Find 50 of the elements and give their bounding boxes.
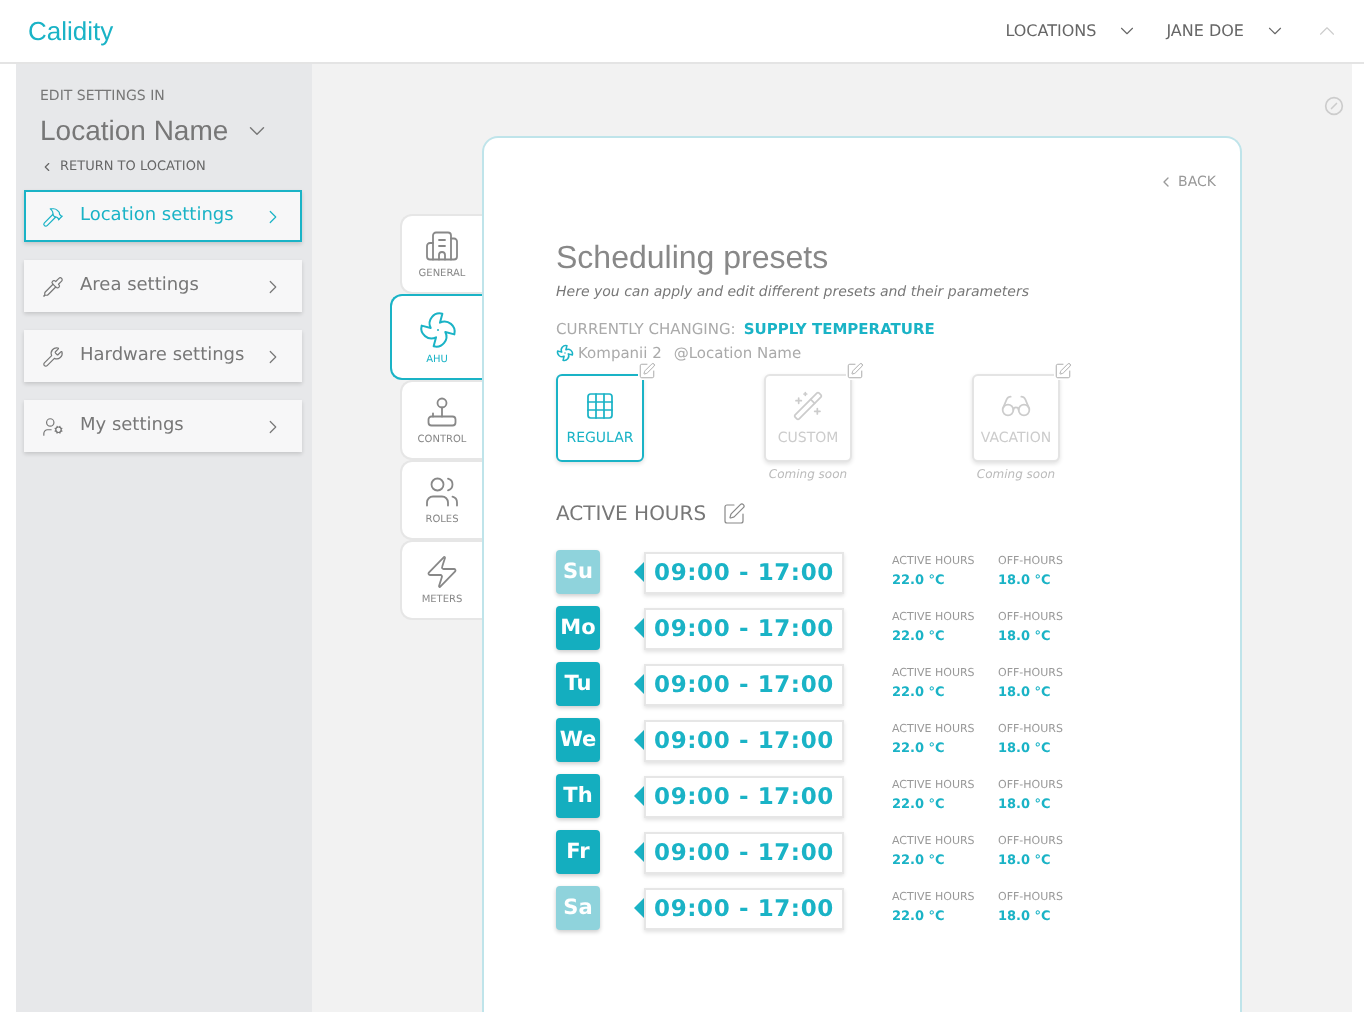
day-badge[interactable]: We: [556, 718, 600, 762]
section-title: ACTIVE HOURS: [556, 503, 707, 525]
pointer-icon: [634, 562, 644, 582]
wrench-icon: [42, 345, 64, 367]
day-badge[interactable]: Sa: [556, 886, 600, 930]
pointer-icon: [634, 786, 644, 806]
people-icon: [424, 474, 460, 510]
logo: Calidity: [28, 16, 114, 46]
sidebar-item[interactable]: My settings: [24, 400, 302, 452]
pointer-icon: [634, 618, 644, 638]
hours-field[interactable]: 09:00 - 17:00: [644, 663, 844, 705]
day-badge[interactable]: Su: [556, 550, 600, 594]
day-badge[interactable]: Fr: [556, 830, 600, 874]
grid-icon: [584, 390, 616, 422]
day-badge[interactable]: Th: [556, 774, 600, 818]
fan-icon: [556, 344, 574, 362]
sidebar-item[interactable]: Area settings: [24, 260, 302, 312]
joystick-icon: [424, 394, 460, 430]
hours-field[interactable]: 09:00 - 17:00: [644, 887, 844, 929]
hours-field[interactable]: 09:00 - 17:00: [644, 551, 844, 593]
edit-icon[interactable]: [1054, 362, 1072, 380]
pointer-icon: [634, 898, 644, 918]
header-menu[interactable]: JANE DOE: [1166, 20, 1286, 42]
panel-title: Scheduling presets: [556, 242, 831, 278]
day-badge[interactable]: Tu: [556, 662, 600, 706]
hours-field[interactable]: 09:00 - 17:00: [644, 775, 844, 817]
hammer-icon: [42, 205, 64, 227]
hours-field[interactable]: 09:00 - 17:00: [644, 607, 844, 649]
hours-field[interactable]: 09:00 - 17:00: [644, 719, 844, 761]
edit-icon[interactable]: [722, 502, 747, 526]
chevron-left-icon: [40, 159, 54, 173]
sidebar-item[interactable]: Hardware settings: [24, 330, 302, 382]
edit-icon[interactable]: [846, 362, 864, 380]
lightning-icon: [424, 554, 460, 590]
fan-icon: [417, 309, 457, 349]
edit-icon[interactable]: [638, 362, 656, 380]
location-dropdown[interactable]: Location Name: [40, 114, 302, 146]
pipette-icon: [42, 275, 64, 297]
day-badge[interactable]: Mo: [556, 606, 600, 650]
pointer-icon: [634, 674, 644, 694]
circle-icon[interactable]: [1324, 96, 1344, 116]
building-icon: [424, 228, 460, 264]
glasses-icon: [1000, 390, 1032, 422]
pointer-icon: [634, 842, 644, 862]
sidebar-item[interactable]: Location settings: [24, 190, 302, 242]
magic-wand-icon: [792, 390, 824, 422]
pointer-icon: [634, 730, 644, 750]
hours-field[interactable]: 09:00 - 17:00: [644, 831, 844, 873]
user-gear-icon: [42, 415, 64, 437]
header-menu[interactable]: LOCATIONS: [1005, 20, 1139, 42]
